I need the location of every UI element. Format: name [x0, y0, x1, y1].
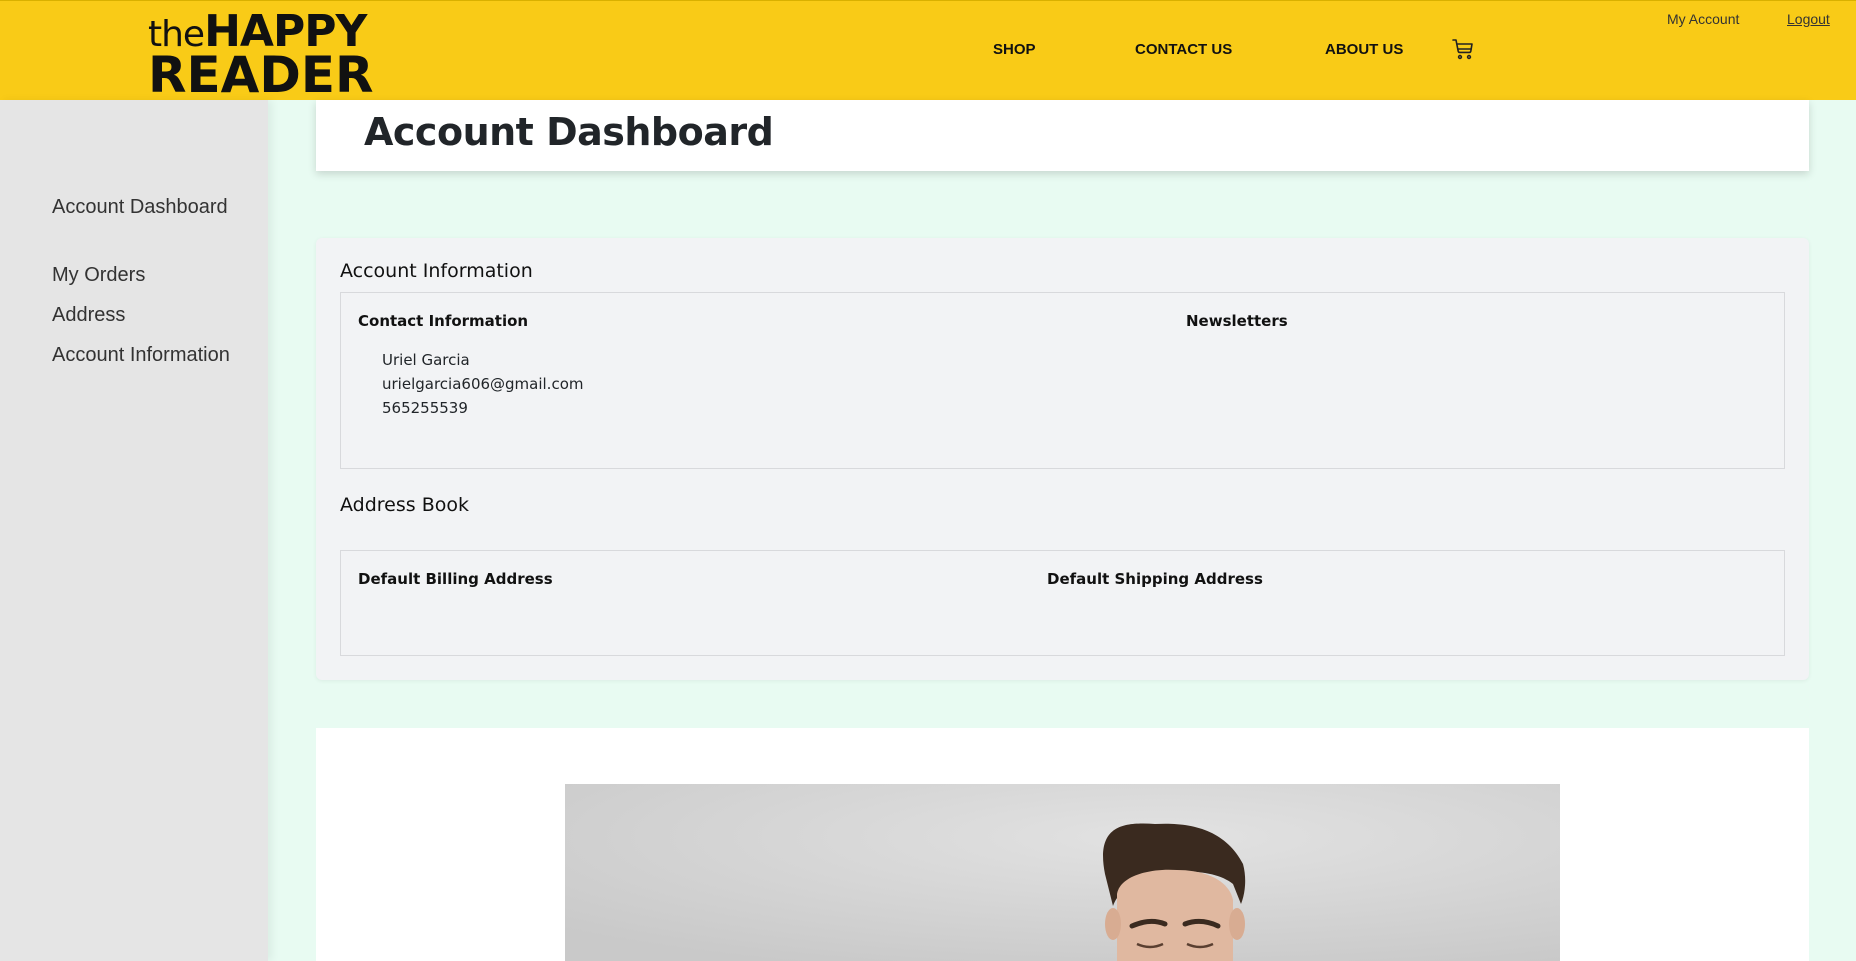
site-logo[interactable]: theHAPPY READER: [148, 10, 374, 104]
account-information-heading: Account Information: [340, 260, 533, 282]
newsletters-label: Newsletters: [1186, 312, 1288, 330]
sidebar-item-account-dashboard[interactable]: Account Dashboard: [52, 193, 252, 221]
sidebar-item-address[interactable]: Address: [52, 301, 252, 329]
sidebar-item-my-orders[interactable]: My Orders: [52, 261, 252, 289]
contact-email: urielgarcia606@gmail.com: [382, 375, 584, 393]
default-shipping-address-label: Default Shipping Address: [1047, 570, 1263, 588]
page-title: Account Dashboard: [364, 110, 774, 154]
contact-name: Uriel Garcia: [382, 351, 470, 369]
account-information-box: Contact Information Uriel Garcia urielga…: [340, 292, 1785, 469]
contact-information-label: Contact Information: [358, 312, 529, 330]
my-account-link[interactable]: My Account: [1667, 11, 1739, 27]
logo-reader-text: READER: [148, 46, 374, 104]
contact-phone: 565255539: [382, 399, 468, 417]
nav-contact-us[interactable]: CONTACT US: [1135, 41, 1232, 58]
logout-link[interactable]: Logout: [1787, 11, 1830, 27]
dashboard-panel: Account Information Contact Information …: [316, 238, 1809, 680]
address-book-box: Default Billing Address Default Shipping…: [340, 550, 1785, 656]
address-book-heading: Address Book: [340, 494, 469, 516]
man-reading-photo: [565, 784, 1560, 961]
sidebar-item-account-information[interactable]: Account Information: [52, 341, 252, 369]
nav-about-us[interactable]: ABOUT US: [1325, 41, 1403, 58]
account-sidebar: Account Dashboard My Orders Address Acco…: [0, 100, 268, 961]
page-title-card: Account Dashboard: [316, 100, 1809, 171]
cart-icon[interactable]: [1451, 37, 1475, 61]
site-header: theHAPPY READER SHOP CONTACT US ABOUT US…: [0, 0, 1856, 100]
hero-card: [316, 728, 1809, 961]
default-billing-address-label: Default Billing Address: [358, 570, 553, 588]
nav-shop[interactable]: SHOP: [993, 41, 1036, 58]
